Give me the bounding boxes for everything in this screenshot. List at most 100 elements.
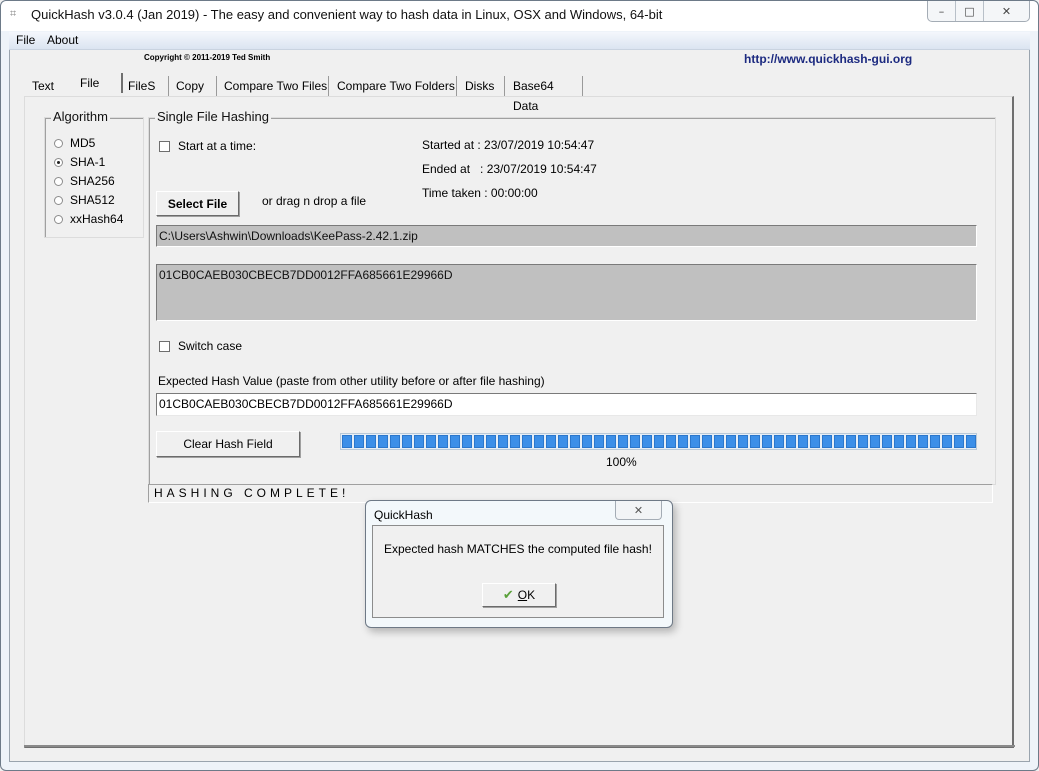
radio-indicator xyxy=(54,138,63,148)
progress-segment xyxy=(678,435,688,448)
progress-segment xyxy=(594,435,604,448)
minimize-button[interactable]: – xyxy=(928,1,955,21)
dialog-message: Expected hash MATCHES the computed file … xyxy=(384,542,652,556)
radio-sha256[interactable]: SHA256 xyxy=(54,174,115,188)
progress-segment xyxy=(966,435,976,448)
checkbox-indicator xyxy=(159,340,170,352)
progress-segment xyxy=(570,435,580,448)
radio-label: MD5 xyxy=(70,136,96,150)
time-taken-text: Time taken : 00:00:00 xyxy=(422,186,538,200)
start-at-time-label: Start at a time: xyxy=(178,139,257,153)
radio-indicator xyxy=(54,157,63,167)
progress-segment xyxy=(750,435,760,448)
radio-xxhash64[interactable]: xxHash64 xyxy=(54,212,123,226)
progress-segment xyxy=(798,435,808,448)
radio-sha1[interactable]: SHA-1 xyxy=(54,155,105,169)
tab-file[interactable]: File xyxy=(72,73,123,93)
hashing-progress-bar xyxy=(340,433,977,450)
hash-match-dialog: QuickHash ✕ Expected hash MATCHES the co… xyxy=(365,500,673,628)
radio-sha512[interactable]: SHA512 xyxy=(54,193,115,207)
expected-hash-input[interactable]: 01CB0CAEB030CBECB7DD0012FFA685661E29966D xyxy=(156,393,977,416)
progress-segment xyxy=(498,435,508,448)
menu-file[interactable]: File xyxy=(16,33,35,47)
progress-segment xyxy=(762,435,772,448)
radio-indicator xyxy=(54,214,63,224)
progress-segment xyxy=(378,435,388,448)
progress-segment xyxy=(702,435,712,448)
radio-indicator xyxy=(54,176,63,186)
caption-buttons: – □ ✕ xyxy=(927,1,1030,22)
tab-compare-two-folders[interactable]: Compare Two Folders xyxy=(329,76,457,96)
progress-segment xyxy=(546,435,556,448)
tab-compare-two-files[interactable]: Compare Two Files xyxy=(216,76,329,96)
window-title: QuickHash v3.0.4 (Jan 2019) - The easy a… xyxy=(31,7,663,22)
select-file-label: Select File xyxy=(167,196,228,211)
progress-segment xyxy=(714,435,724,448)
dialog-close-button[interactable]: ✕ xyxy=(615,501,662,520)
start-at-time-checkbox[interactable]: Start at a time: xyxy=(159,139,256,153)
radio-label: xxHash64 xyxy=(70,212,124,226)
dialog-body: Expected hash MATCHES the computed file … xyxy=(372,525,664,618)
progress-segment xyxy=(738,435,748,448)
progress-segment xyxy=(438,435,448,448)
maximize-icon: □ xyxy=(964,4,975,18)
tab-text[interactable]: Text xyxy=(24,76,74,96)
clear-hash-field-button[interactable]: Clear Hash Field xyxy=(156,431,300,457)
progress-segment xyxy=(906,435,916,448)
progress-segment xyxy=(486,435,496,448)
file-path-field[interactable]: C:\Users\Ashwin\Downloads\KeePass-2.42.1… xyxy=(156,225,977,247)
close-icon: ✕ xyxy=(1001,4,1012,18)
progress-segment xyxy=(462,435,472,448)
progress-segment xyxy=(942,435,952,448)
progress-segment xyxy=(390,435,400,448)
website-link[interactable]: http://www.quickhash-gui.org xyxy=(744,52,912,66)
progress-segment xyxy=(834,435,844,448)
progress-segment xyxy=(822,435,832,448)
dialog-title: QuickHash xyxy=(374,508,433,522)
tab-base64-data[interactable]: Base64 Data xyxy=(505,76,583,113)
radio-label: SHA256 xyxy=(70,174,115,188)
progress-segment xyxy=(630,435,640,448)
progress-segment xyxy=(870,435,880,448)
radio-label: SHA512 xyxy=(70,193,115,207)
radio-indicator xyxy=(54,195,63,205)
progress-segment xyxy=(918,435,928,448)
progress-segment xyxy=(726,435,736,448)
progress-segment xyxy=(666,435,676,448)
switch-case-checkbox[interactable]: Switch case xyxy=(159,339,242,353)
progress-segment xyxy=(414,435,424,448)
progress-segment xyxy=(354,435,364,448)
progress-segment xyxy=(618,435,628,448)
tab-files[interactable]: FileS xyxy=(120,76,169,96)
progress-segment xyxy=(342,435,352,448)
progress-segment xyxy=(810,435,820,448)
progress-segment xyxy=(858,435,868,448)
started-at-text: Started at : 23/07/2019 10:54:47 xyxy=(422,138,595,152)
computed-hash-field[interactable]: 01CB0CAEB030CBECB7DD0012FFA685661E29966D xyxy=(156,264,977,321)
maximize-button[interactable]: □ xyxy=(955,1,983,21)
progress-segment xyxy=(894,435,904,448)
expected-hash-label: Expected Hash Value (paste from other ut… xyxy=(158,374,545,388)
minimize-icon: – xyxy=(938,4,945,18)
progress-segment xyxy=(522,435,532,448)
tab-copy[interactable]: Copy xyxy=(168,76,217,96)
menu-about[interactable]: About xyxy=(47,33,78,47)
progress-segment xyxy=(402,435,412,448)
panel-bottom-border xyxy=(24,745,1015,747)
progress-segment xyxy=(654,435,664,448)
close-button[interactable]: ✕ xyxy=(983,1,1029,21)
progress-segment xyxy=(474,435,484,448)
progress-segment xyxy=(366,435,376,448)
checkmark-icon: ✔ xyxy=(502,587,514,602)
single-file-hashing-legend: Single File Hashing xyxy=(155,109,272,124)
title-bar[interactable]: ⌗ QuickHash v3.0.4 (Jan 2019) - The easy… xyxy=(1,1,1038,31)
clear-hash-field-label: Clear Hash Field xyxy=(183,437,273,451)
ok-button[interactable]: ✔ OK xyxy=(482,583,556,607)
radio-md5[interactable]: MD5 xyxy=(54,136,95,150)
close-icon: ✕ xyxy=(633,503,644,517)
tab-disks[interactable]: Disks xyxy=(457,76,505,96)
select-file-button[interactable]: Select File xyxy=(156,191,239,216)
progress-segment xyxy=(690,435,700,448)
menu-bar: File About xyxy=(9,32,1030,50)
progress-segment xyxy=(426,435,436,448)
